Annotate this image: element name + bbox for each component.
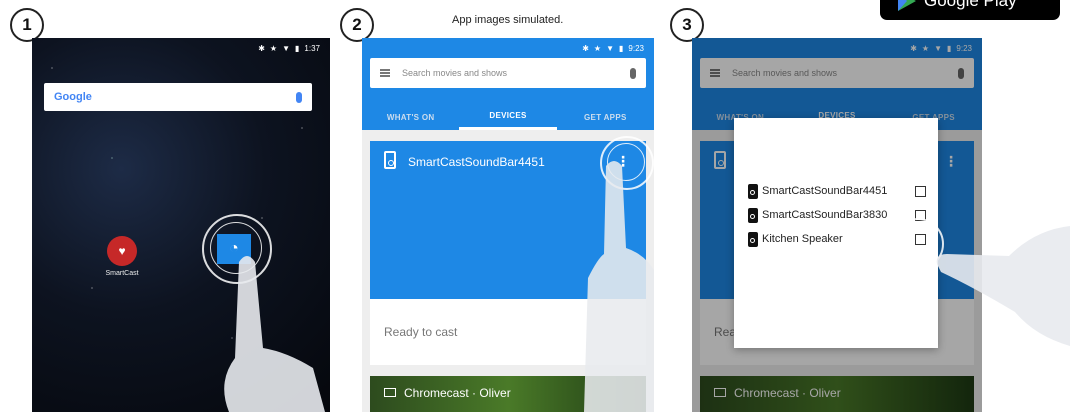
tab-whats-on[interactable]: WHAT'S ON — [362, 104, 459, 130]
chromecast-label: Chromecast · Oliver — [404, 386, 511, 400]
pointing-hand — [224, 256, 325, 412]
mic-icon[interactable] — [296, 91, 302, 103]
google-logo: Google — [54, 91, 92, 103]
phone-speaker-select-screen: ✱ ★ ▼ ▮ 9:23 Search movies and shows WHA… — [692, 38, 982, 412]
tv-icon — [384, 388, 396, 397]
mic-icon[interactable] — [630, 67, 636, 79]
play-triangle-icon — [898, 0, 916, 11]
menu-icon[interactable] — [380, 69, 390, 77]
smartcast-icon: ♥ — [107, 236, 137, 266]
google-search-bar[interactable]: Google — [44, 83, 312, 111]
tab-bar: WHAT'S ON DEVICES GET APPS — [362, 104, 654, 130]
phone-devices-screen: ✱ ★ ▼ ▮ 9:23 Search movies and shows WHA… — [362, 38, 654, 412]
speaker-name: SmartCastSoundBar4451 — [762, 185, 888, 197]
search-bar[interactable]: Search movies and shows — [370, 58, 646, 88]
battery-icon: ▮ — [619, 43, 624, 53]
wifi-icon: ▼ — [606, 43, 615, 53]
app-smartcast[interactable]: ♥ SmartCast — [92, 236, 152, 277]
star-icon: ★ — [269, 43, 278, 53]
tab-get-apps[interactable]: GET APPS — [557, 104, 654, 130]
speaker-option[interactable]: SmartCastSoundBar4451 — [748, 182, 926, 200]
speaker-icon — [748, 207, 758, 223]
app-label: SmartCast — [105, 270, 139, 277]
wifi-icon: ▼ — [282, 43, 291, 53]
bluetooth-icon: ✱ — [582, 43, 589, 53]
step-3-badge: 3 — [670, 8, 704, 42]
bluetooth-icon: ✱ — [258, 43, 265, 53]
pointing-hand — [936, 226, 1070, 346]
clock: 1:37 — [304, 43, 320, 53]
status-bar: ✱ ★ ▼ ▮ 9:23 — [362, 38, 654, 58]
speaker-checkbox[interactable] — [915, 185, 926, 197]
step-1-badge: 1 — [10, 8, 44, 42]
speaker-icon — [748, 183, 758, 199]
phone-home-screen: ✱ ★ ▼ ▮ 1:37 Google ♥ SmartCast ◔ — [32, 38, 330, 412]
speaker-icon — [748, 231, 758, 247]
google-play-badge[interactable]: Google Play — [880, 0, 1060, 20]
device-name: SmartCastSoundBar4451 — [408, 155, 545, 169]
speaker-name: SmartCastSoundBar3830 — [762, 209, 888, 221]
app-bar: ✱ ★ ▼ ▮ 9:23 Search movies and shows WHA… — [362, 38, 654, 130]
speaker-icon — [384, 151, 396, 169]
pointing-hand — [584, 161, 654, 412]
star-icon: ★ — [593, 43, 602, 53]
tap-ring-inner — [899, 225, 935, 261]
clock: 9:23 — [628, 43, 644, 53]
tab-devices[interactable]: DEVICES — [459, 104, 557, 130]
search-placeholder: Search movies and shows — [402, 68, 508, 78]
google-play-label: Google Play — [924, 0, 1017, 10]
battery-icon: ▮ — [295, 43, 300, 53]
status-bar: ✱ ★ ▼ ▮ 1:37 — [32, 38, 330, 58]
ready-text: Ready to cast — [384, 325, 458, 339]
speaker-option[interactable]: SmartCastSoundBar3830 — [748, 206, 926, 224]
step-2-badge: 2 — [340, 8, 374, 42]
simulation-note: App images simulated. — [452, 14, 564, 26]
